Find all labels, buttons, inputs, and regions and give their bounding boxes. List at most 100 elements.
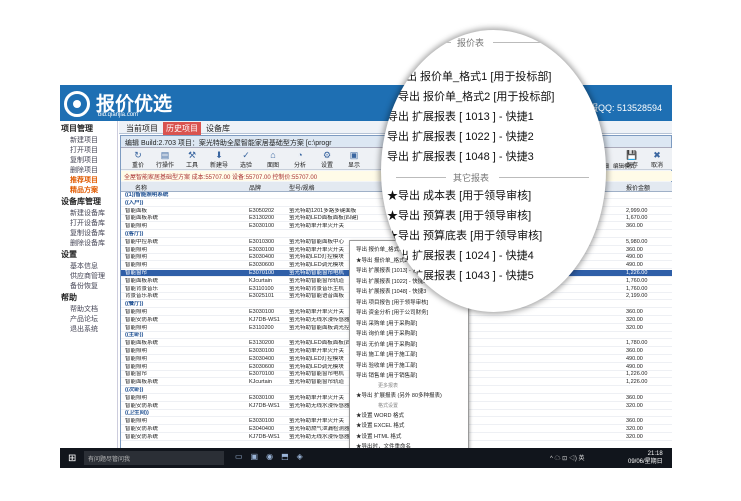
taskbar-search-input[interactable]: 有问题尽管问我	[84, 451, 224, 465]
menu-item[interactable]: 导出 无价单 [用于采购部]	[356, 340, 417, 348]
tab-3[interactable]: 设备库	[203, 122, 233, 135]
col-price[interactable]: 报价金额	[626, 183, 671, 192]
cell-brand: KJ7DB-WS1	[249, 402, 280, 409]
magnifier-item[interactable]: ★导出 预算底表 [用于领导审核]	[387, 227, 542, 243]
divider	[421, 42, 451, 43]
cell-price: 1,760.00	[626, 285, 648, 292]
sidebar-item[interactable]: 备份恢复	[60, 280, 117, 290]
sidebar-item[interactable]: 供应商管理	[60, 270, 117, 280]
menu-item[interactable]: 导出 施工单 [用于施工部]	[356, 350, 417, 358]
toolbar-button[interactable]: ⌂ 面图	[262, 150, 284, 169]
cell-name: ((卫生间))	[125, 410, 149, 417]
cell-price: 1,226.00	[626, 371, 648, 378]
sidebar-item[interactable]: 基本信息	[60, 260, 117, 270]
magnifier-item[interactable]: ★导出 预算表 [用于领导审核]	[387, 207, 531, 223]
magnifier-sep-other: 其它报表	[453, 173, 490, 183]
magnifier-item[interactable]: 导出 扩展报表 [ 1043 ] - 快捷5	[387, 267, 534, 283]
sidebar-item[interactable]: 精品方案	[60, 184, 117, 194]
sidebar-item[interactable]: 复制设备库	[60, 227, 117, 237]
tab-2[interactable]: 历史项目	[163, 122, 201, 135]
toolbar-button[interactable]: ✖ 取消	[646, 150, 668, 169]
cell-name: ((入户))	[125, 199, 144, 206]
cell-price: 360.00	[626, 348, 643, 354]
cell-name: 智能安防系统	[125, 402, 159, 409]
magnifier-callout: 报价表 其它报表 导出 报价单_格式1 [用于投标部] ★导出 报价单_格式2 […	[381, 30, 606, 312]
sidebar-item[interactable]: 帮助文档	[60, 303, 117, 313]
system-tray[interactable]: ^ ☁ ⊡ ◁) 英	[550, 453, 585, 462]
menu-item[interactable]: 导出 项目报告 [用于领导审核]	[356, 298, 428, 306]
menu-item[interactable]: 导出 验收单 [用于施工部]	[356, 361, 417, 369]
menu-item[interactable]: 导出 扩展报表 [1048] - 快捷3	[356, 287, 426, 295]
menu-item[interactable]: 导出 询价单 [用于采购部]	[356, 329, 417, 337]
sidebar-item[interactable]: 退出系统	[60, 323, 117, 333]
toolbar-icon: ◔	[297, 150, 303, 160]
sidebar-item[interactable]: 新建项目	[60, 134, 117, 144]
menu-item[interactable]: 导出 采购单 [用于采购部]	[356, 319, 417, 327]
sidebar-item[interactable]: 删除设备库	[60, 237, 117, 247]
toolbar-button[interactable]: ↻ 重价	[127, 150, 149, 169]
magnifier-item[interactable]: 导出 扩展报表 [ 1022 ] - 快捷2	[387, 128, 534, 144]
menu-item[interactable]: ★导出 扩展报表 (另外 80多种报表)	[356, 391, 442, 399]
menu-item[interactable]: ★设置 WORD 格式	[356, 411, 404, 419]
toolbar-icon: ▤	[160, 150, 170, 160]
menu-item[interactable]: ★设置 HTML 格式	[356, 432, 401, 440]
cell-name: 智能照明	[125, 418, 148, 425]
col-brand[interactable]: 品牌	[249, 183, 289, 192]
col-model[interactable]: 型号/规格	[289, 183, 369, 192]
sidebar-item[interactable]: 打开设备库	[60, 217, 117, 227]
cell-name: 智能照明	[125, 394, 148, 401]
cell-brand: KJ7DB-WS1	[249, 316, 280, 323]
toolbar-icon: ✖	[653, 150, 661, 160]
magnifier-item[interactable]: 导出 扩展报表 [ 1013 ] - 快捷1	[387, 108, 534, 124]
magnifier-item[interactable]: ★导出 成本表 [用于领导审核]	[387, 187, 531, 203]
menu-item[interactable]: 导出 资金分析 [用于公司财务]	[356, 308, 428, 316]
toolbar-label: 面图	[266, 163, 279, 169]
toolbar-button[interactable]: ✓ 选验	[235, 150, 257, 169]
tab-1[interactable]: 当前项目	[123, 122, 161, 135]
magnifier-item[interactable]: 导出 扩展报表 [ 1048 ] - 快捷3	[387, 148, 534, 164]
taskbar-app-icons[interactable]: ▭▣◉⬒◈	[235, 452, 311, 461]
sidebar-item[interactable]: 新建设备库	[60, 207, 117, 217]
cell-price: 360.00	[626, 394, 643, 401]
sidebar-item[interactable]: 产品论坛	[60, 313, 117, 323]
cell-brand: E3010300	[249, 238, 275, 245]
magnifier-item[interactable]: 导出 报价单_格式1 [用于投标部]	[395, 68, 551, 84]
menu-separator: 格式设置	[378, 402, 399, 409]
windows-start-icon[interactable]: ⊞	[68, 453, 76, 464]
cell-brand: KJ7DB-WS1	[249, 433, 280, 440]
cell-brand: E3030100	[249, 223, 275, 230]
cell-brand: E3030100	[249, 246, 275, 253]
cell-price: 2,199.00	[626, 293, 648, 300]
sidebar-item[interactable]: 推荐项目	[60, 174, 117, 184]
sidebar-group-title: 设置	[61, 250, 77, 259]
cell-name: ((主卧))	[125, 332, 144, 339]
cell-name: 智能面板	[125, 207, 148, 214]
toolbar-label: 选验	[239, 163, 252, 169]
cell-brand: E3025101	[249, 293, 275, 300]
edit-mode-checkbox[interactable]: 编辑模式	[613, 164, 635, 170]
sidebar-item[interactable]: 复制项目	[60, 154, 117, 164]
sidebar-item[interactable]: 删除项目	[60, 164, 117, 174]
toolbar-button[interactable]: ⚙ 设置	[316, 150, 338, 169]
menu-item[interactable]: 导出 销售单 [用于销售部]	[356, 371, 417, 379]
toolbar-label: 工具	[185, 163, 198, 169]
toolbar-label: 显示	[347, 163, 360, 169]
app-logo: 报价优选 bid.qianjia.com	[64, 89, 264, 119]
menu-item[interactable]: ★设置 EXCEL 格式	[356, 421, 404, 429]
magnifier-item[interactable]: ★导出 报价单_格式2 [用于投标部]	[387, 88, 554, 104]
toolbar-button[interactable]: ⚒ 工具	[181, 150, 203, 169]
cell-name: ((1))智能照明系统	[125, 192, 169, 198]
toolbar-button[interactable]: ▤ 行操作	[154, 150, 176, 169]
toolbar-icon: ▣	[349, 150, 359, 160]
cell-brand: E3030100	[249, 348, 275, 354]
magnifier-item[interactable]: 导出 扩展报表 [ 1024 ] - 快捷4	[387, 247, 534, 263]
app-url: bid.qianjia.com	[98, 112, 139, 118]
cell-price: 1,670.00	[626, 215, 648, 222]
windows-taskbar: ⊞ 有问题尽管问我 ▭▣◉⬒◈ ^ ☁ ⊡ ◁) 英 21:18 09/06/星…	[60, 448, 672, 468]
toolbar-button[interactable]: ◔ 分析	[289, 150, 311, 169]
sidebar-item[interactable]: 打开项目	[60, 144, 117, 154]
col-name[interactable]: 名称	[135, 183, 195, 192]
cell-price: 1,760.00	[626, 277, 648, 284]
toolbar-button[interactable]: ▣ 显示	[343, 150, 365, 169]
cell-brand: E3030100	[249, 309, 275, 315]
